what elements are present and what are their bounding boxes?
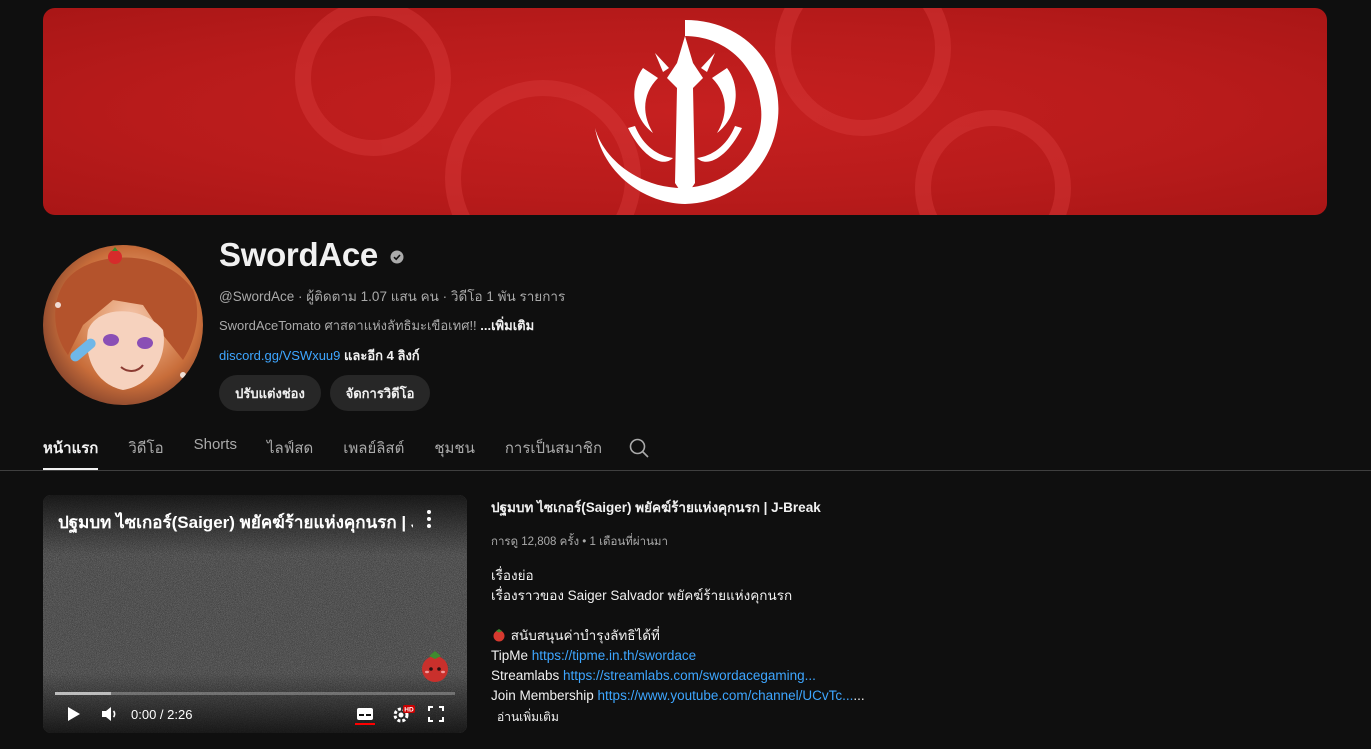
channel-links: discord.gg/VSWxuu9 และอีก 4 ลิงก์ — [219, 345, 420, 366]
desc-support: สนับสนุนค่าบำรุงลัทธิได้ที่ — [491, 626, 865, 646]
tabs-divider — [0, 470, 1371, 471]
streamlabs-link[interactable]: https://streamlabs.com/swordacegaming... — [563, 668, 816, 683]
read-more-button[interactable]: อ่านเพิ่มเติม — [497, 708, 559, 727]
search-icon[interactable] — [628, 437, 650, 459]
tab-shorts[interactable]: Shorts — [194, 436, 237, 470]
more-links-button[interactable]: และอีก 4 ลิงก์ — [340, 348, 420, 363]
desc-streamlabs: Streamlabs https://streamlabs.com/sworda… — [491, 666, 865, 686]
channel-description[interactable]: SwordAceTomato ศาสดาแห่งลัทธิมะเขือเทศ!!… — [219, 315, 534, 336]
time-display: 0:00 / 2:26 — [131, 707, 193, 722]
customize-channel-button[interactable]: ปรับแต่งช่อง — [219, 375, 321, 411]
tab-home[interactable]: หน้าแรก — [43, 436, 99, 470]
channel-name: SwordAce — [219, 236, 378, 273]
tab-videos[interactable]: วิดีโอ — [128, 436, 163, 470]
channel-description-text: SwordAceTomato ศาสดาแห่งลัทธิมะเขือเทศ!! — [219, 318, 481, 333]
banner-emblem — [295, 8, 1071, 215]
desc-story: เรื่องราวของ Saiger Salvador พยัคฆ์ร้ายแ… — [491, 588, 793, 603]
more-options-icon[interactable] — [419, 507, 439, 531]
verified-check-icon — [390, 250, 404, 264]
channel-banner — [43, 8, 1327, 215]
tipme-link[interactable]: https://tipme.in.th/swordace — [532, 648, 696, 663]
play-icon[interactable] — [65, 703, 83, 725]
more-description-link[interactable]: ...เพิ่มเติม — [480, 318, 534, 333]
manage-videos-button[interactable]: จัดการวิดีโอ — [330, 375, 430, 411]
progress-buffered — [55, 692, 111, 695]
channel-tabs: หน้าแรก วิดีโอ Shorts ไลฟ์สด เพลย์ลิสต์ … — [43, 436, 632, 470]
support-text: สนับสนุนค่าบำรุงลัทธิได้ที่ — [507, 628, 660, 643]
tab-playlists[interactable]: เพลย์ลิสต์ — [343, 436, 404, 470]
membership-label: Join Membership — [491, 688, 598, 703]
hd-badge: HD — [404, 707, 414, 714]
volume-icon[interactable] — [100, 703, 120, 725]
tipme-label: TipMe — [491, 648, 532, 663]
tomato-watermark-icon — [422, 651, 448, 682]
desc-membership: Join Membership https://www.youtube.com/… — [491, 686, 865, 706]
player-title[interactable]: ปฐมบท ไซเกอร์(Saiger) พยัคฆ์ร้ายแห่งคุกน… — [58, 509, 413, 536]
membership-tail: ... — [853, 688, 865, 703]
desc-heading: เรื่องย่อ — [491, 568, 534, 583]
avatar-illustration — [55, 247, 198, 390]
tab-live[interactable]: ไลฟ์สด — [267, 436, 313, 470]
channel-avatar[interactable] — [43, 245, 203, 405]
featured-video-description: เรื่องย่อ เรื่องราวของ Saiger Salvador พ… — [491, 566, 865, 706]
featured-video-views: การดู 12,808 ครั้ง • 1 เดือนที่ผ่านมา — [491, 536, 668, 548]
tab-community[interactable]: ชุมชน — [434, 436, 475, 470]
subtitles-icon[interactable] — [355, 703, 375, 725]
progress-bar[interactable] — [55, 692, 455, 695]
channel-meta: @SwordAce · ผู้ติดตาม 1.07 แสน คน · วิดี… — [219, 289, 566, 304]
discord-link[interactable]: discord.gg/VSWxuu9 — [219, 348, 340, 363]
desc-blank — [491, 606, 865, 626]
featured-video-title[interactable]: ปฐมบท ไซเกอร์(Saiger) พยัคฆ์ร้ายแห่งคุกน… — [491, 496, 821, 518]
fullscreen-icon[interactable] — [427, 703, 445, 725]
tab-membership[interactable]: การเป็นสมาชิก — [505, 436, 602, 470]
streamlabs-label: Streamlabs — [491, 668, 564, 683]
desc-tipme: TipMe https://tipme.in.th/swordace — [491, 646, 865, 666]
settings-gear-icon[interactable]: HD — [391, 703, 415, 725]
video-player[interactable]: ปฐมบท ไซเกอร์(Saiger) พยัคฆ์ร้ายแห่งคุกน… — [43, 495, 467, 733]
membership-link[interactable]: https://www.youtube.com/channel/UCvTc... — [598, 688, 854, 703]
tomato-icon — [493, 629, 505, 642]
